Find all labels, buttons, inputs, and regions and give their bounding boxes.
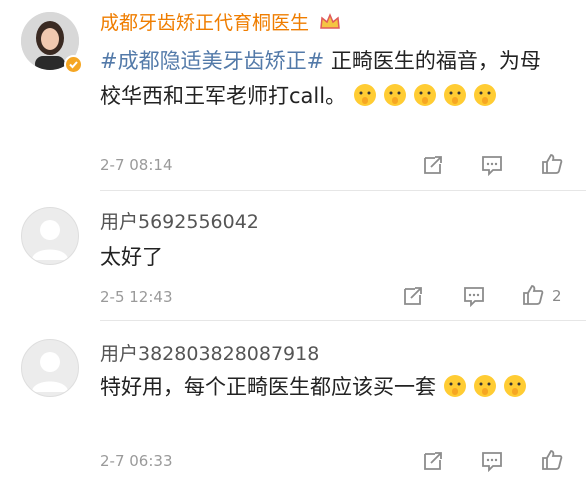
user-avatar[interactable] bbox=[21, 207, 79, 265]
comment-text: 特好用，每个正畸医生都应该买一套 bbox=[100, 375, 436, 399]
comment-author-name[interactable]: 用户5692556042 bbox=[100, 210, 259, 234]
repost-icon bbox=[404, 287, 422, 305]
repost-button[interactable] bbox=[398, 283, 428, 309]
shushing-face-emoji bbox=[473, 83, 497, 107]
post-content: #成都隐适美牙齿矫正# 正畸医生的福音，为母校华西和王军老师打call。 bbox=[100, 44, 550, 114]
shushing-face-emoji bbox=[383, 83, 407, 107]
post-time: 2-7 08:14 bbox=[100, 156, 173, 174]
comment-icon bbox=[482, 452, 502, 472]
comment-icon bbox=[464, 287, 484, 307]
shushing-face-emoji bbox=[413, 83, 437, 107]
post-author-name[interactable]: 成都牙齿矫正代育桐医生 bbox=[100, 12, 309, 34]
like-icon bbox=[523, 285, 544, 305]
post-author-row: 成都牙齿矫正代育桐医生 bbox=[100, 11, 341, 35]
verified-badge-icon bbox=[64, 55, 83, 74]
like-button[interactable] bbox=[537, 151, 567, 177]
comment-item: 用户382803828087918 特好用，每个正畸医生都应该买一套 2-7 0… bbox=[0, 320, 586, 480]
shushing-face-emoji bbox=[443, 83, 467, 107]
repost-icon bbox=[424, 452, 442, 470]
crown-icon bbox=[319, 13, 341, 31]
like-count: 2 bbox=[552, 287, 562, 305]
repost-button[interactable] bbox=[418, 152, 448, 178]
comment-time: 2-5 12:43 bbox=[100, 288, 173, 306]
comment-button[interactable] bbox=[477, 152, 507, 178]
shushing-face-emoji bbox=[353, 83, 377, 107]
comment-author-name[interactable]: 用户382803828087918 bbox=[100, 342, 319, 366]
comment-icon bbox=[482, 156, 502, 176]
comment-button[interactable] bbox=[477, 448, 507, 474]
comment-button[interactable] bbox=[459, 283, 489, 309]
like-icon bbox=[542, 450, 563, 470]
repost-button[interactable] bbox=[418, 448, 448, 474]
shushing-face-emoji bbox=[443, 374, 467, 398]
like-icon bbox=[542, 154, 563, 174]
comment-time: 2-7 06:33 bbox=[100, 452, 173, 470]
comment-item: 用户5692556042 太好了 2-5 12:43 2 bbox=[0, 190, 586, 320]
main-post: 成都牙齿矫正代育桐医生 #成都隐适美牙齿矫正# 正畸医生的福音，为母校华西和王军… bbox=[0, 0, 586, 190]
user-avatar[interactable] bbox=[21, 339, 79, 397]
shushing-face-emoji bbox=[473, 374, 497, 398]
topic-link[interactable]: #成都隐适美牙齿矫正# bbox=[100, 49, 324, 73]
like-button[interactable] bbox=[537, 447, 567, 473]
like-button[interactable] bbox=[518, 282, 548, 308]
comment-content: 特好用，每个正畸医生都应该买一套 bbox=[100, 370, 560, 405]
comment-text: 太好了 bbox=[100, 245, 163, 269]
shushing-face-emoji bbox=[503, 374, 527, 398]
repost-icon bbox=[424, 156, 442, 174]
